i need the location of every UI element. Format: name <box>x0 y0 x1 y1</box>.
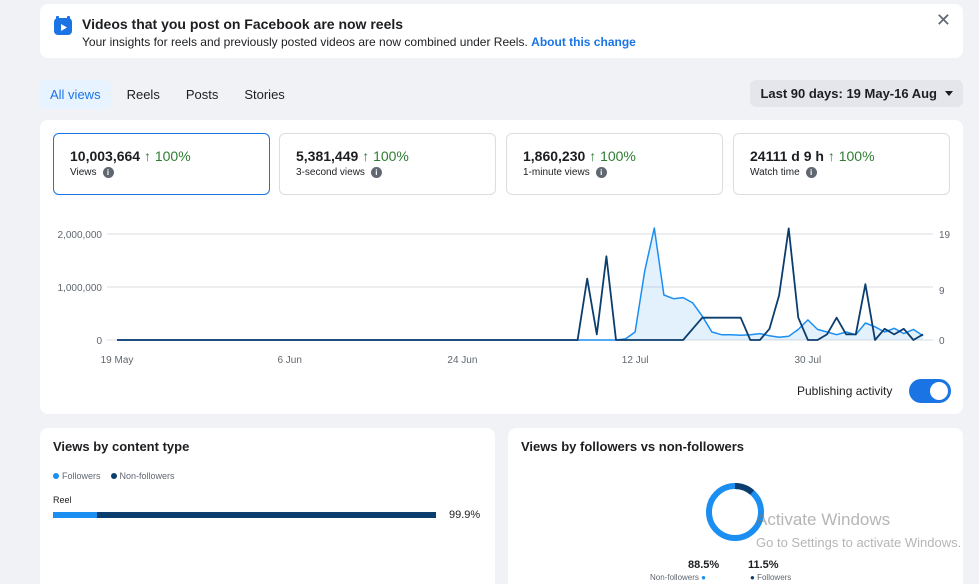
metric-label: 1-minute views i <box>523 167 607 178</box>
content-type-title: Views by content type <box>53 439 190 454</box>
y-tick-label-left: 0 <box>96 336 102 347</box>
views-series-line <box>117 227 924 341</box>
date-range-dropdown[interactable]: Last 90 days: 19 May-16 Aug <box>750 80 963 107</box>
content-type-legend: Followers Non-followers <box>53 471 175 481</box>
donut-non-followers <box>706 483 764 541</box>
y-tick-label-left: 2,000,000 <box>58 230 103 241</box>
tab-reels[interactable]: Reels <box>117 80 170 109</box>
reel-bar[interactable] <box>53 512 436 518</box>
reels-banner: Videos that you post on Facebook are now… <box>40 4 963 58</box>
banner-title: Videos that you post on Facebook are now… <box>82 16 404 32</box>
windows-watermark-title: Activate Windows <box>756 510 891 529</box>
x-tick-label: 12 Jul <box>622 355 649 366</box>
legend-dot <box>53 473 59 479</box>
windows-watermark-subtitle: Go to Settings to activate Windows. <box>756 535 962 550</box>
tab-posts[interactable]: Posts <box>176 80 229 109</box>
metric-label: Views i <box>70 167 114 178</box>
metric-label-text: Views <box>70 167 97 178</box>
y-tick-label-right: 0 <box>939 336 945 347</box>
followers-caption: ● Followers <box>750 573 791 582</box>
x-tick-label: 24 Jun <box>447 355 477 366</box>
metric-views[interactable]: 10,003,664 ↑ 100% Views i <box>53 133 270 195</box>
x-tick-label: 30 Jul <box>795 355 822 366</box>
metric-delta: ↑ 100% <box>143 148 191 164</box>
view-tabs: All views Reels Posts Stories <box>40 80 295 109</box>
metric-number: 1,860,230 <box>523 148 586 164</box>
metric-value: 10,003,664 ↑ 100% <box>70 148 191 164</box>
chevron-down-icon <box>945 91 953 96</box>
metric-number: 5,381,449 <box>296 148 359 164</box>
reel-row-label: Reel <box>53 495 72 505</box>
metric-delta: ↑ 100% <box>362 148 409 164</box>
legend-label: Non-followers <box>119 471 175 481</box>
reel-bar-followers <box>53 512 98 518</box>
metric-1-minute-views[interactable]: 1,860,230 ↑ 100% 1-minute views i <box>506 133 723 195</box>
tab-stories[interactable]: Stories <box>234 80 294 109</box>
tab-all-views[interactable]: All views <box>40 80 111 109</box>
info-icon[interactable]: i <box>805 167 817 178</box>
metric-label-text: 1-minute views <box>523 167 590 178</box>
metric-value: 24111 d 9 h ↑ 100% <box>750 148 875 164</box>
x-tick-label: 19 May <box>101 355 134 366</box>
caption-text: Non-followers <box>650 573 699 582</box>
followers-card: Views by followers vs non-followers 88.5… <box>508 428 963 584</box>
legend-dot <box>110 473 117 479</box>
metric-label-text: 3-second views <box>296 167 365 178</box>
y-tick-label-right: 9 <box>939 286 945 297</box>
metric-value: 5,381,449 ↑ 100% <box>296 148 409 164</box>
y-tick-label-left: 1,000,000 <box>58 283 103 294</box>
followers-title: Views by followers vs non-followers <box>521 439 744 454</box>
non-followers-caption: Non-followers ● <box>650 573 706 582</box>
legend-label: Followers <box>62 471 101 481</box>
legend-followers: Followers <box>53 471 101 481</box>
publishing-activity-label: Publishing activity <box>797 384 893 398</box>
non-followers-pct: 88.5% <box>688 559 720 571</box>
series-area <box>117 228 923 340</box>
reels-icon <box>54 16 72 35</box>
close-icon[interactable]: ✕ <box>936 10 951 31</box>
views-line-chart[interactable]: 2,000,000 19 1,000,000 9 0 0 19 May 6 Jun 24 Jun… <box>40 220 963 370</box>
publishing-activity-toggle[interactable] <box>909 379 951 403</box>
metric-watch-time[interactable]: 24111 d 9 h ↑ 100% Watch time i <box>733 133 950 195</box>
metric-3-second-views[interactable]: 5,381,449 ↑ 100% 3-second views i <box>279 133 496 195</box>
legend-non-followers: Non-followers <box>110 471 175 481</box>
info-icon[interactable]: i <box>102 167 114 178</box>
publishing-activity-line <box>117 227 924 341</box>
followers-pct: 11.5% <box>748 559 779 571</box>
metric-label-text: Watch time <box>750 167 800 178</box>
metric-label: Watch time i <box>750 167 817 178</box>
metric-number: 24111 d 9 h <box>750 148 824 164</box>
metric-delta: ↑ 100% <box>827 148 875 164</box>
views-overview-card: 10,003,664 ↑ 100% Views i 5,381,449 ↑ 100… <box>40 120 963 414</box>
banner-subtitle: Your insights for reels and previously p… <box>82 35 636 49</box>
dot-icon: ● <box>701 573 706 582</box>
caption-text: Followers <box>757 573 792 582</box>
metric-number: 10,003,664 <box>70 148 141 164</box>
metric-label: 3-second views i <box>296 167 382 178</box>
metric-delta: ↑ 100% <box>589 148 636 164</box>
y-tick-label-right: 19 <box>939 230 951 241</box>
date-range-label: Last 90 days: 19 May-16 Aug <box>760 86 937 101</box>
about-change-link[interactable]: About this change <box>531 35 636 49</box>
reel-percentage: 99.9% <box>449 509 481 521</box>
x-tick-label: 6 Jun <box>277 355 301 366</box>
content-type-card: Views by content type Followers Non-foll… <box>40 428 495 584</box>
dot-icon: ● <box>750 573 755 582</box>
banner-subtitle-text: Your insights for reels and previously p… <box>82 35 528 49</box>
info-icon[interactable]: i <box>370 167 382 178</box>
metric-value: 1,860,230 ↑ 100% <box>523 148 636 164</box>
info-icon[interactable]: i <box>595 167 607 178</box>
toggle-knob <box>930 382 948 400</box>
